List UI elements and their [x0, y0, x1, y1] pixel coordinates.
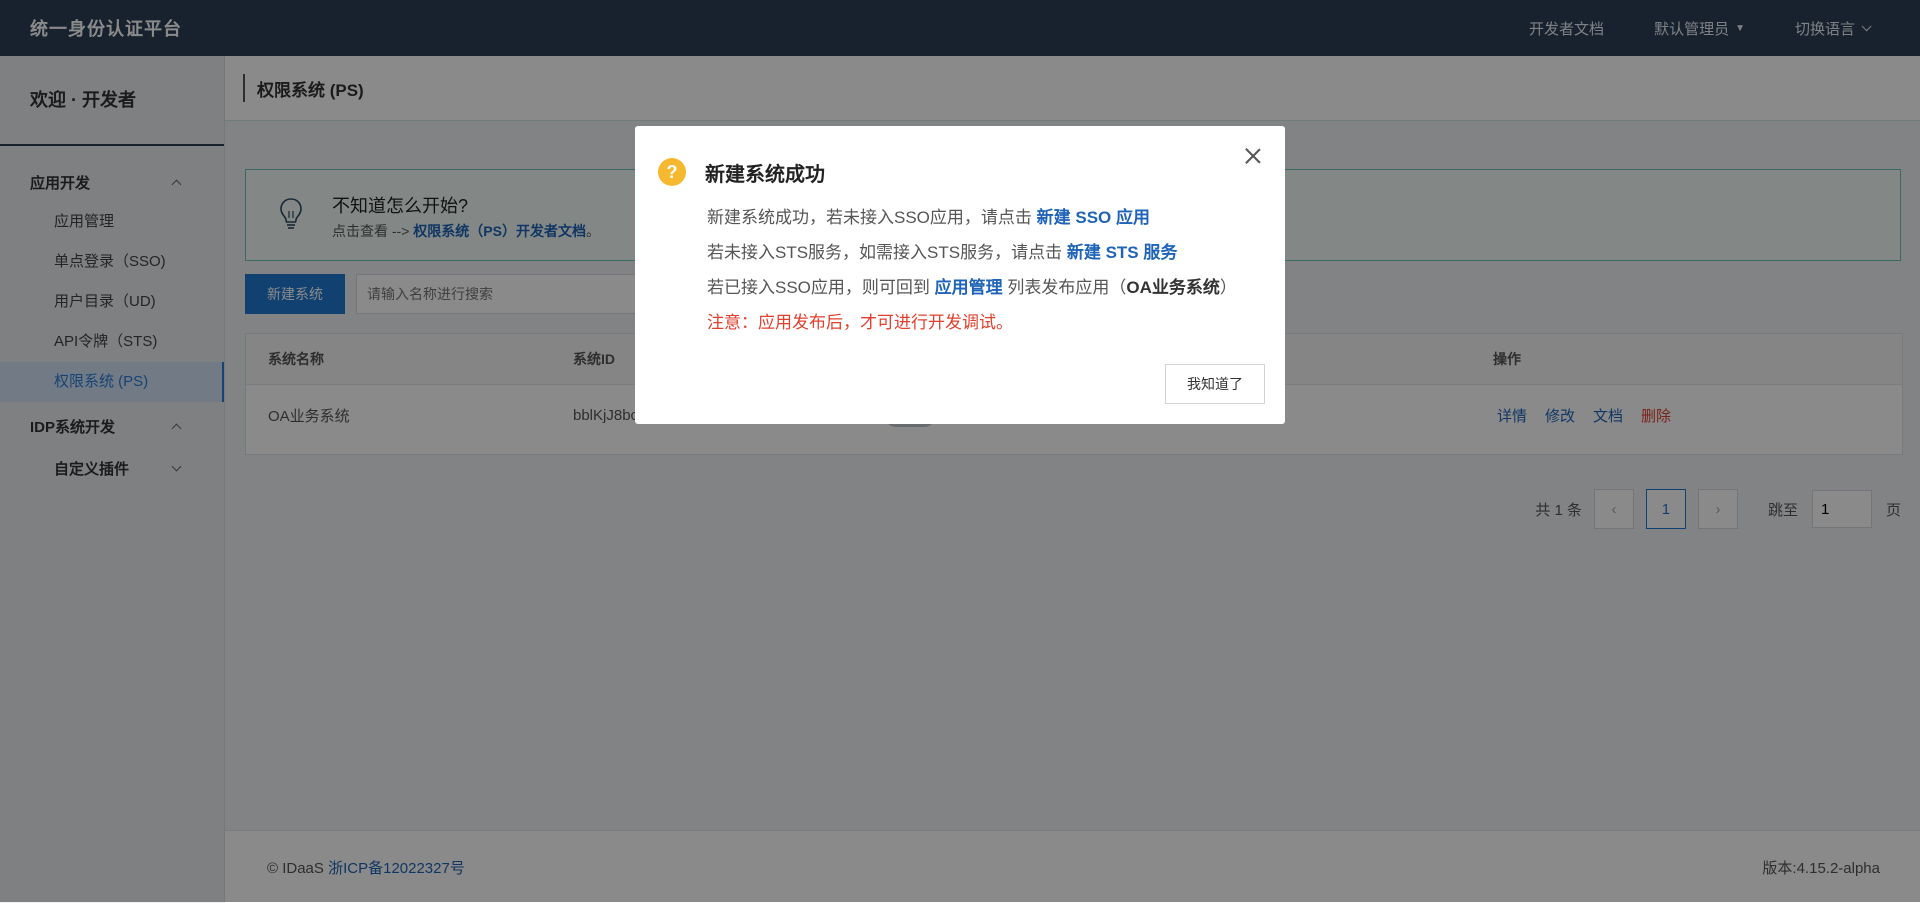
success-dialog: ? 新建系统成功 新建系统成功，若未接入SSO应用，请点击 新建 SSO 应用 … — [635, 126, 1285, 424]
acknowledge-button[interactable]: 我知道了 — [1165, 364, 1265, 404]
line3-text: 若已接入SSO应用，则可回到 — [707, 278, 930, 297]
line3-mid: 列表发布应用（ — [1007, 278, 1127, 297]
line1-text: 新建系统成功，若未接入SSO应用，请点击 — [707, 208, 1032, 227]
dialog-title: 新建系统成功 — [705, 164, 825, 186]
dialog-line-3: 若已接入SSO应用，则可回到 应用管理 列表发布应用（OA业务系统） — [707, 270, 1237, 305]
dialog-warning: 注意：应用发布后，才可进行开发调试。 — [707, 313, 1013, 332]
close-icon[interactable] — [1241, 144, 1265, 168]
dialog-line-2: 若未接入STS服务，如需接入STS服务，请点击 新建 STS 服务 — [707, 235, 1237, 270]
line3-end: ） — [1219, 278, 1237, 297]
question-icon: ? — [658, 158, 686, 186]
dialog-body: 新建系统成功，若未接入SSO应用，请点击 新建 SSO 应用 若未接入STS服务… — [707, 200, 1237, 340]
new-sts-service-link[interactable]: 新建 STS 服务 — [1067, 243, 1178, 262]
app-management-link[interactable]: 应用管理 — [935, 278, 1003, 297]
dialog-line-1: 新建系统成功，若未接入SSO应用，请点击 新建 SSO 应用 — [707, 200, 1237, 235]
line2-text: 若未接入STS服务，如需接入STS服务，请点击 — [707, 243, 1063, 262]
line3-bold: OA业务系统 — [1126, 278, 1220, 297]
new-sso-app-link[interactable]: 新建 SSO 应用 — [1037, 208, 1150, 227]
